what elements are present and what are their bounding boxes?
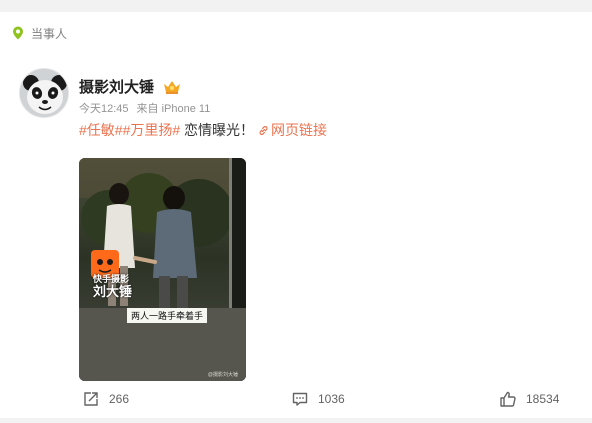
section-header: 当事人 bbox=[10, 24, 67, 42]
section-title: 当事人 bbox=[31, 26, 68, 41]
hashtag-link[interactable]: #任敏# bbox=[79, 122, 123, 138]
post-body: 恋情曝光！ bbox=[180, 122, 255, 138]
hashtag-link[interactable]: #万里扬# bbox=[123, 122, 181, 138]
action-bar: 266 1036 18534 bbox=[0, 386, 592, 416]
like-button[interactable]: 18534 bbox=[499, 390, 559, 408]
panda-avatar-image bbox=[20, 69, 68, 117]
feed-card: 当事人 摄影刘大锤 今天12:45 来自 iPhone 11 #任敏##万里扬#… bbox=[0, 12, 592, 418]
like-count: 18534 bbox=[526, 392, 560, 406]
comment-button[interactable]: 1036 bbox=[291, 390, 345, 408]
comment-icon bbox=[292, 392, 308, 406]
post-source: 来自 iPhone 11 bbox=[136, 103, 211, 115]
watermark-logo-line2: 刘大锤 bbox=[93, 283, 133, 299]
photo-scene bbox=[79, 158, 246, 381]
comment-count: 1036 bbox=[318, 392, 345, 406]
post-time[interactable]: 今天12:45 bbox=[79, 100, 129, 116]
avatar[interactable] bbox=[19, 68, 69, 118]
repost-button[interactable]: 266 bbox=[82, 390, 129, 408]
crown-badge-icon[interactable] bbox=[162, 79, 182, 95]
location-pin-icon bbox=[13, 26, 23, 40]
web-link-label: 网页链接 bbox=[271, 122, 328, 138]
post-meta: 今天12:45 来自 iPhone 11 bbox=[79, 100, 210, 116]
corner-watermark: @摄影刘大锤 bbox=[207, 372, 238, 378]
web-link[interactable]: 网页链接 bbox=[258, 122, 327, 138]
post-text: #任敏##万里扬# 恋情曝光！ 网页链接 bbox=[79, 120, 327, 140]
author-name[interactable]: 摄影刘大锤 bbox=[79, 76, 154, 97]
link-icon bbox=[259, 126, 268, 135]
repost-count: 266 bbox=[109, 392, 130, 406]
watermark-logo: 快手摄影 刘大锤 bbox=[93, 274, 133, 299]
share-icon bbox=[84, 392, 98, 406]
video-subtitle: 两人一路手牵着手 bbox=[127, 308, 208, 323]
post-image[interactable]: 快手摄影 刘大锤 两人一路手牵着手 @摄影刘大锤 bbox=[79, 158, 246, 381]
thumbs-up-icon bbox=[500, 391, 516, 407]
author-row: 摄影刘大锤 bbox=[79, 76, 182, 97]
